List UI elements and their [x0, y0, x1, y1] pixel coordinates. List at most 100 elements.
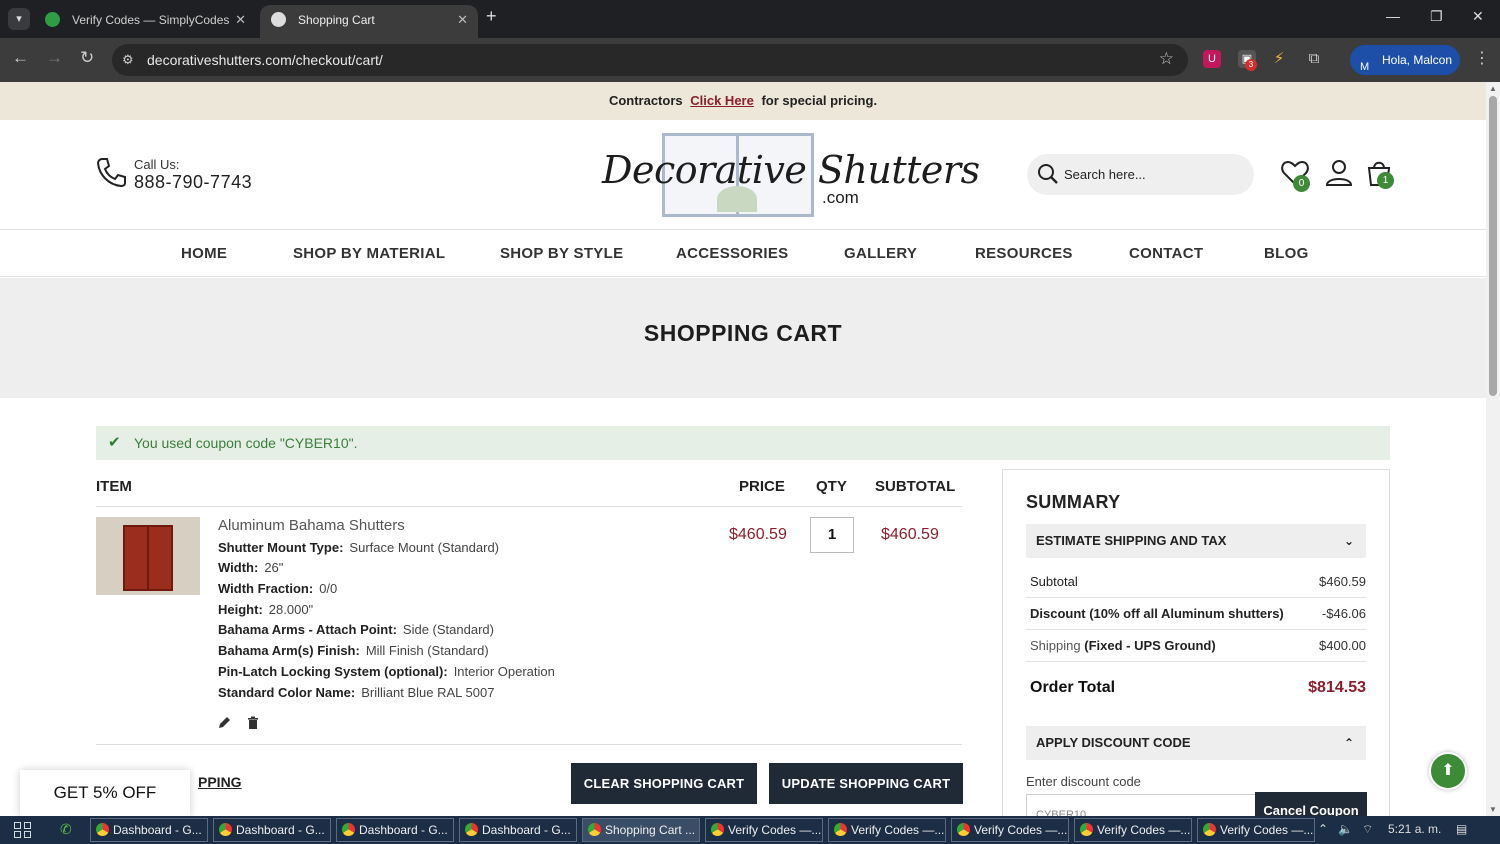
extension-badge: 3	[1245, 59, 1257, 71]
reload-icon[interactable]: ↻	[80, 48, 94, 68]
cancel-coupon-button[interactable]: Cancel Coupon	[1255, 792, 1367, 816]
accordion-label: APPLY DISCOUNT CODE	[1036, 735, 1191, 750]
account-icon[interactable]	[1324, 158, 1354, 188]
search-box[interactable]: Search here...	[1027, 154, 1254, 195]
nav-resources[interactable]: RESOURCES	[975, 245, 1073, 262]
close-tab-icon[interactable]: ✕	[235, 5, 246, 35]
nav-shop-by-style[interactable]: SHOP BY STYLE	[500, 245, 623, 262]
page-scrollbar[interactable]: ▲ ▼	[1486, 82, 1500, 816]
honey-extension-icon[interactable]: ⚡	[1270, 50, 1288, 68]
subtotal-row: Subtotal $460.59	[1030, 574, 1366, 589]
taskbar-item-active[interactable]: Shopping Cart ...	[582, 818, 700, 842]
chrome-icon	[219, 823, 232, 836]
discount-code-label: Enter discount code	[1026, 774, 1141, 789]
whatsapp-icon[interactable]: ✆	[60, 821, 80, 839]
product-attribute: Width: 26"	[218, 560, 284, 575]
estimate-shipping-accordion[interactable]: ESTIMATE SHIPPING AND TAX ⌄	[1026, 524, 1366, 558]
back-icon[interactable]: ←	[12, 48, 29, 68]
call-us-label: Call Us:	[134, 157, 180, 172]
update-shopping-cart-button[interactable]: UPDATE SHOPPING CART	[769, 763, 963, 804]
checkmark-icon: ✔	[108, 434, 121, 451]
shipping-value: $400.00	[1319, 638, 1366, 653]
nav-accessories[interactable]: ACCESSORIES	[676, 245, 789, 262]
chrome-icon	[834, 823, 847, 836]
shutter-image-graphic	[123, 525, 173, 591]
taskbar-item[interactable]: Verify Codes —...	[1074, 818, 1192, 842]
chevron-down-icon: ⌄	[1343, 534, 1354, 548]
network-icon[interactable]: ⌔	[1362, 822, 1373, 837]
tab-shopping-cart[interactable]: Shopping Cart ✕	[260, 5, 478, 38]
promo-click-here-link[interactable]: Click Here	[690, 93, 754, 108]
tab-title: Verify Codes — SimplyCodes	[72, 13, 230, 27]
scrollbar-thumb[interactable]	[1489, 96, 1497, 396]
apply-discount-accordion[interactable]: APPLY DISCOUNT CODE ⌃	[1026, 726, 1366, 760]
chrome-icon	[465, 823, 478, 836]
restore-icon[interactable]: ❐	[1430, 8, 1443, 25]
scroll-to-top-button[interactable]: ⬆	[1429, 752, 1467, 790]
site-info-icon[interactable]: ⚙	[122, 52, 134, 68]
summary-title: SUMMARY	[1026, 492, 1121, 512]
product-attribute: Height: 28.000"	[218, 602, 314, 617]
product-attribute: Bahama Arm(s) Finish: Mill Finish (Standa…	[218, 643, 489, 658]
product-attribute: Width Fraction: 0/0	[218, 581, 338, 596]
chrome-icon	[711, 823, 724, 836]
ublock-extension-icon[interactable]: U	[1203, 50, 1221, 68]
close-tab-icon[interactable]: ✕	[457, 5, 468, 35]
taskbar-item[interactable]: Dashboard - G...	[459, 818, 577, 842]
nav-home[interactable]: HOME	[181, 245, 227, 262]
coupon-success-message: ✔ You used coupon code "CYBER10".	[96, 426, 1390, 460]
tab-verify-codes[interactable]: Verify Codes — SimplyCodes ✕	[34, 5, 256, 38]
taskbar-item[interactable]: Verify Codes —...	[705, 818, 823, 842]
site-logo[interactable]: Decorative Shutters .com	[600, 130, 980, 218]
taskbar-item[interactable]: Dashboard - G...	[336, 818, 454, 842]
product-name-link[interactable]: Aluminum Bahama Shutters	[218, 517, 405, 534]
simplycodes-favicon-icon	[45, 12, 60, 27]
forward-icon[interactable]: →	[46, 48, 63, 68]
taskbar-item[interactable]: Dashboard - G...	[213, 818, 331, 842]
product-image[interactable]	[96, 517, 200, 595]
scroll-up-icon[interactable]: ▲	[1489, 84, 1497, 93]
minimize-icon[interactable]: —	[1386, 8, 1400, 24]
phone-number-link[interactable]: 888-790-7743	[134, 172, 252, 193]
nav-shop-by-material[interactable]: SHOP BY MATERIAL	[293, 245, 445, 262]
order-summary-panel: SUMMARY ESTIMATE SHIPPING AND TAX ⌄ Subt…	[1002, 469, 1390, 816]
taskbar-item[interactable]: Verify Codes —...	[828, 818, 946, 842]
continue-shopping-link[interactable]: PPING	[198, 774, 242, 790]
summary-divider	[1026, 661, 1366, 662]
notifications-icon[interactable]: ▤	[1456, 822, 1467, 836]
quantity-input[interactable]: 1	[810, 517, 854, 553]
clock-time[interactable]: 5:21 a. m.	[1388, 822, 1441, 836]
contractor-promo-bar: Contractors Click Here for special prici…	[0, 82, 1486, 120]
profile-button[interactable]: M Hola, Malcon	[1350, 45, 1460, 75]
profile-avatar: M	[1360, 61, 1370, 73]
item-subtotal: $460.59	[881, 526, 939, 543]
discount-code-input[interactable]: CYBER10	[1026, 794, 1256, 816]
taskbar-item[interactable]: Verify Codes —...	[1197, 818, 1315, 842]
bookmark-star-icon[interactable]: ☆	[1159, 49, 1174, 69]
search-icon[interactable]	[1037, 163, 1059, 185]
delete-trash-icon[interactable]	[246, 716, 260, 730]
search-input[interactable]: Search here...	[1064, 167, 1146, 182]
column-header-item: ITEM	[96, 478, 132, 495]
browser-menu-icon[interactable]: ⋮	[1474, 48, 1490, 68]
edit-pencil-icon[interactable]	[217, 716, 231, 730]
scroll-down-icon[interactable]: ▼	[1489, 805, 1497, 814]
extensions-puzzle-icon[interactable]: ⧉	[1305, 50, 1323, 68]
taskbar-item[interactable]: Dashboard - G...	[90, 818, 208, 842]
page-viewport: Contractors Click Here for special prici…	[0, 82, 1486, 816]
nav-contact[interactable]: CONTACT	[1129, 245, 1203, 262]
close-window-icon[interactable]: ✕	[1472, 8, 1484, 25]
start-menu-icon[interactable]	[14, 822, 32, 838]
nav-gallery[interactable]: GALLERY	[844, 245, 917, 262]
taskbar-item[interactable]: Verify Codes —...	[951, 818, 1069, 842]
summary-divider	[1026, 629, 1366, 630]
tray-chevron-icon[interactable]: ⌃	[1318, 822, 1328, 836]
new-tab-button[interactable]: +	[486, 6, 497, 27]
volume-icon[interactable]: 🔈	[1338, 822, 1353, 836]
shipping-row: Shipping (Fixed - UPS Ground) $400.00	[1030, 638, 1366, 653]
address-bar[interactable]: ⚙ decorativeshutters.com/checkout/cart/ …	[112, 44, 1188, 76]
get-discount-popup[interactable]: GET 5% OFF	[20, 770, 190, 816]
tab-search-button[interactable]: ▾	[8, 8, 30, 30]
nav-blog[interactable]: BLOG	[1264, 245, 1309, 262]
clear-shopping-cart-button[interactable]: CLEAR SHOPPING CART	[571, 763, 757, 804]
